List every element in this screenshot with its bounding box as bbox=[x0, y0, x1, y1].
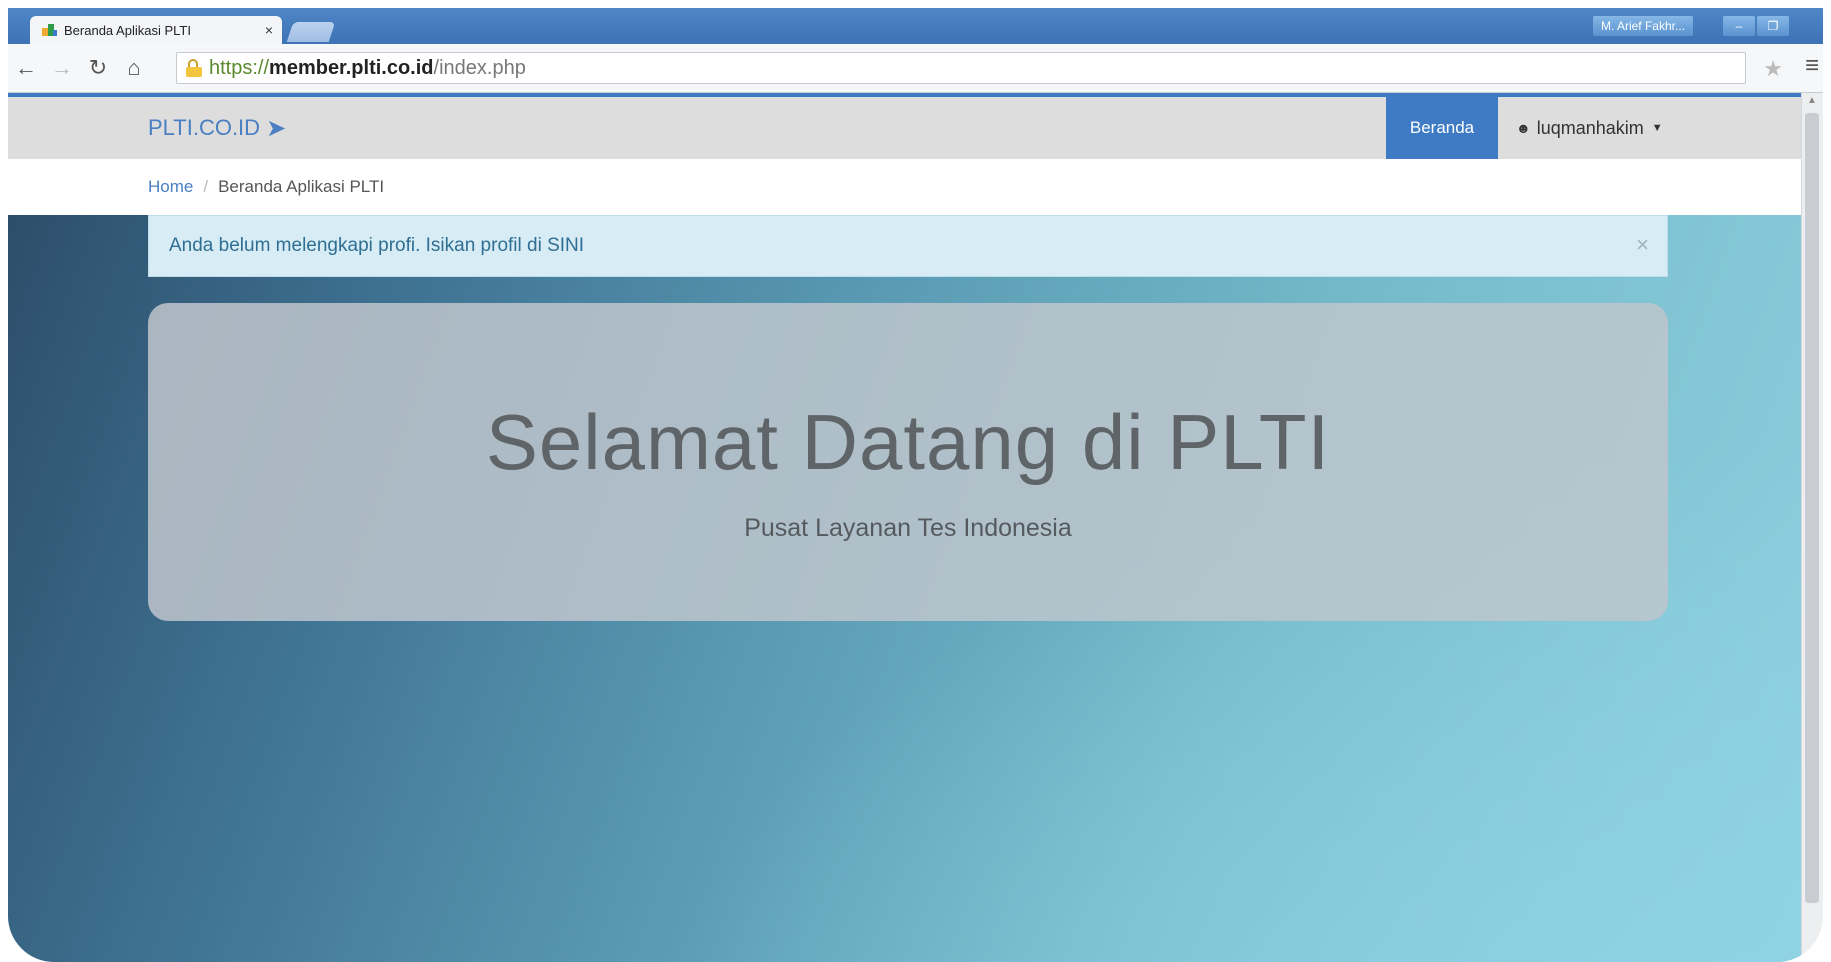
brand-link[interactable]: PLTI.CO.ID ➤ bbox=[148, 97, 286, 159]
favicon-icon bbox=[42, 22, 58, 38]
tab-title: Beranda Aplikasi PLTI bbox=[64, 22, 191, 38]
restore-button[interactable]: ❐ bbox=[1757, 16, 1789, 36]
tab-close-icon[interactable]: × bbox=[256, 22, 282, 38]
breadcrumb-current: Beranda Aplikasi PLTI bbox=[218, 177, 385, 196]
forward-arrow-icon[interactable]: → bbox=[44, 55, 80, 81]
browser-tab[interactable]: Beranda Aplikasi PLTI × bbox=[30, 16, 282, 44]
page-scrollbar[interactable]: ▲ bbox=[1801, 93, 1823, 962]
address-bar[interactable]: https:// member.plti.co.id /index.php bbox=[176, 52, 1746, 84]
breadcrumb-separator: / bbox=[203, 177, 209, 196]
window-controls: – ❐ bbox=[1723, 16, 1789, 36]
url-path: /index.php bbox=[433, 56, 526, 79]
caret-down-icon: ▼ bbox=[1651, 122, 1663, 134]
brand-text: PLTI.CO.ID bbox=[148, 115, 261, 140]
hero-jumbotron: Selamat Datang di PLTI Pusat Layanan Tes… bbox=[148, 303, 1668, 621]
url-host: member.plti.co.id bbox=[269, 56, 434, 79]
scroll-up-icon[interactable]: ▲ bbox=[1807, 95, 1817, 106]
page-viewport: PLTI.CO.ID ➤ Beranda ☻ luqmanhakim ▼ Hom… bbox=[8, 93, 1801, 962]
back-arrow-icon[interactable]: ← bbox=[8, 55, 44, 81]
user-dropdown[interactable]: ☻ luqmanhakim ▼ bbox=[1516, 97, 1663, 159]
hero-subtitle: Pusat Layanan Tes Indonesia bbox=[744, 514, 1072, 542]
scroll-thumb[interactable] bbox=[1805, 113, 1819, 903]
menu-icon[interactable]: ≡ bbox=[1805, 52, 1819, 80]
site-navbar: PLTI.CO.ID ➤ Beranda ☻ luqmanhakim ▼ bbox=[8, 97, 1801, 159]
alert-message[interactable]: Anda belum melengkapi profi. Isikan prof… bbox=[169, 235, 584, 257]
user-name: luqmanhakim bbox=[1536, 117, 1644, 138]
user-icon: ☻ bbox=[1516, 120, 1531, 136]
hero-title: Selamat Datang di PLTI bbox=[485, 398, 1331, 486]
lock-icon bbox=[185, 59, 203, 77]
breadcrumb-home-link[interactable]: Home bbox=[148, 177, 193, 197]
reload-icon[interactable]: ↻ bbox=[80, 55, 116, 81]
new-tab-button[interactable] bbox=[286, 22, 336, 42]
nav-item-beranda[interactable]: Beranda bbox=[1386, 97, 1498, 159]
slide-frame: Beranda Aplikasi PLTI × M. Arief Fakhr..… bbox=[8, 8, 1823, 962]
breadcrumb: Home / Beranda Aplikasi PLTI bbox=[8, 159, 1801, 215]
profile-alert: Anda belum melengkapi profi. Isikan prof… bbox=[148, 215, 1668, 277]
home-icon[interactable]: ⌂ bbox=[116, 55, 152, 81]
alert-close-icon[interactable]: × bbox=[1636, 232, 1649, 258]
browser-toolbar: ← → ↻ ⌂ https:// member.plti.co.id /inde… bbox=[8, 44, 1823, 93]
minimize-button[interactable]: – bbox=[1723, 16, 1755, 36]
profile-chip[interactable]: M. Arief Fakhr... bbox=[1592, 16, 1693, 36]
url-scheme: https:// bbox=[209, 56, 270, 79]
browser-titlebar: Beranda Aplikasi PLTI × M. Arief Fakhr..… bbox=[8, 8, 1823, 44]
bookmark-star-icon[interactable]: ★ bbox=[1763, 56, 1783, 82]
paper-plane-icon: ➤ bbox=[266, 114, 287, 142]
